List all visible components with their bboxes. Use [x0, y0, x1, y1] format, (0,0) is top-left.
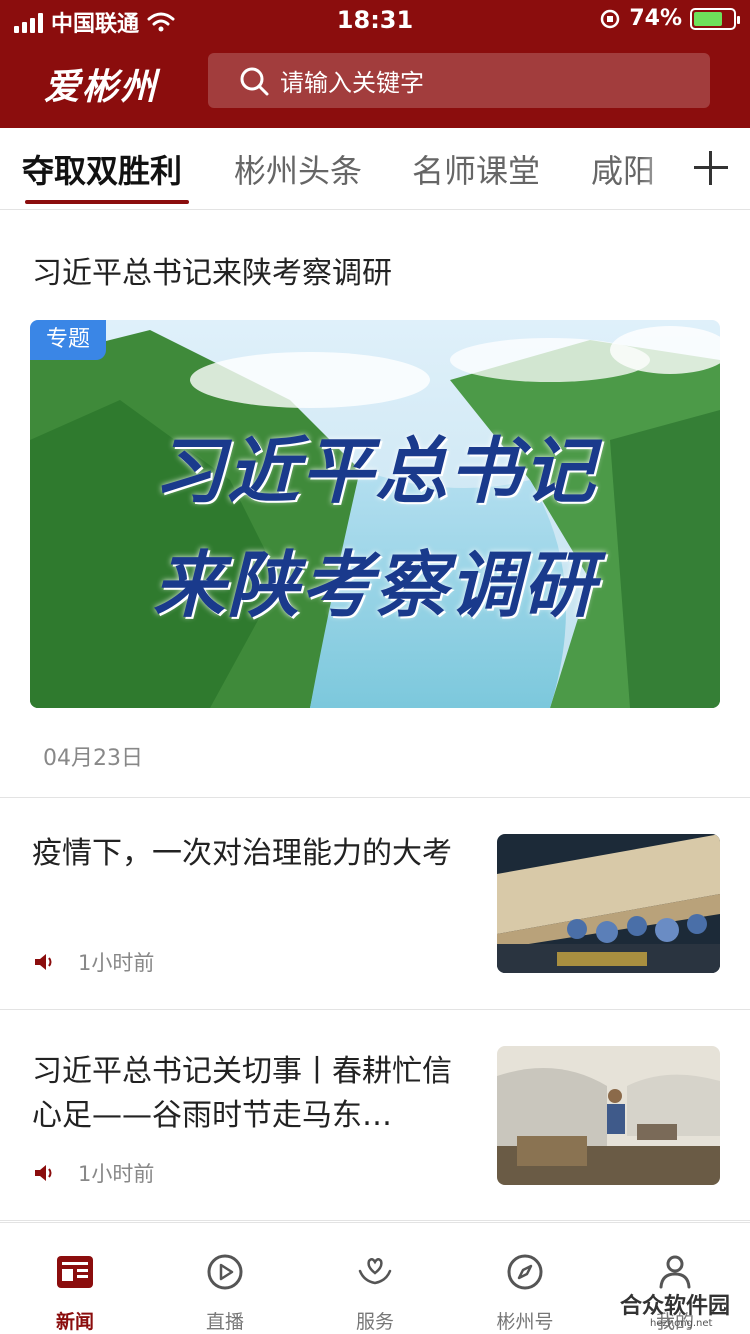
news-meta: 1小时前 — [32, 947, 154, 977]
featured-date: 04月23日 — [43, 746, 143, 771]
user-icon — [659, 1255, 691, 1289]
divider — [0, 1009, 750, 1010]
watermark-url: hezhong.net — [650, 1318, 713, 1329]
divider — [0, 1220, 750, 1221]
bottom-tab-news[interactable]: 新闻 — [0, 1223, 150, 1334]
battery-icon — [690, 7, 740, 30]
divider — [0, 797, 750, 798]
bottom-tab-binzhouhao[interactable]: 彬州号 — [450, 1223, 600, 1334]
app-header: 中国联通 18:31 74% 爱彬州 请输入关键字 — [0, 0, 750, 128]
status-bar: 中国联通 18:31 74% — [0, 0, 750, 42]
play-icon — [207, 1254, 243, 1290]
speaker-icon[interactable] — [32, 1162, 54, 1184]
news-icon — [57, 1256, 93, 1288]
battery-percent: 74% — [629, 6, 682, 31]
channel-tabs: 夺取双胜利 彬州头条 名师课堂 咸阳 — [0, 128, 750, 210]
banner-line-2: 来陕考察调研 — [152, 542, 597, 627]
add-channel-icon[interactable] — [680, 128, 750, 208]
tab-mingshi-ketang[interactable]: 名师课堂 — [412, 146, 540, 192]
service-heart-icon — [358, 1258, 392, 1285]
featured-title[interactable]: 习近平总书记来陕考察调研 — [32, 248, 392, 292]
news-time: 1小时前 — [78, 1162, 155, 1186]
airplane-crew-image — [497, 834, 720, 973]
tab-binzhou-toutiao[interactable]: 彬州头条 — [234, 146, 362, 192]
bottom-tab-label: 新闻 — [55, 1311, 94, 1333]
farm-greenhouse-image — [497, 1046, 720, 1185]
app-logo: 爱彬州 — [44, 66, 159, 108]
news-meta: 1小时前 — [32, 1158, 154, 1188]
news-thumbnail[interactable] — [497, 1046, 720, 1185]
search-bar[interactable]: 请输入关键字 — [208, 53, 710, 108]
active-tab-indicator — [25, 200, 189, 204]
tab-duoqu[interactable]: 夺取双胜利 — [22, 146, 182, 192]
banner-line-1: 习近平总书记 — [152, 428, 597, 513]
bottom-tab-label: 直播 — [205, 1311, 244, 1333]
bottom-tab-label: 服务 — [355, 1311, 394, 1333]
bottom-tab-live[interactable]: 直播 — [150, 1223, 300, 1334]
topic-badge: 专题 — [30, 320, 106, 360]
search-icon — [240, 67, 269, 95]
news-thumbnail[interactable] — [497, 834, 720, 973]
news-title[interactable]: 习近平总书记关切事丨春耕忙信心足——谷雨时节走马东… — [32, 1050, 472, 1138]
tab-fade — [640, 128, 680, 208]
bottom-tab-label: 彬州号 — [496, 1311, 554, 1333]
bottom-tab-service[interactable]: 服务 — [300, 1223, 450, 1334]
news-time: 1小时前 — [78, 951, 155, 975]
watermark-text: 合众软件园 — [620, 1294, 731, 1319]
orientation-lock-icon — [601, 9, 620, 28]
compass-icon — [507, 1254, 543, 1290]
featured-banner[interactable]: 习近平总书记 来陕考察调研 专题 — [30, 320, 720, 708]
speaker-icon[interactable] — [32, 951, 54, 973]
news-title[interactable]: 疫情下，一次对治理能力的大考 — [32, 832, 472, 876]
search-placeholder: 请输入关键字 — [280, 69, 424, 97]
